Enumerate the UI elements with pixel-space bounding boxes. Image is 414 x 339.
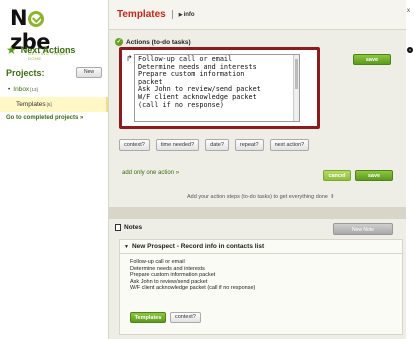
sidebar: Nzbe GETTING THINGS DONE ★ Next Actions … [0,0,108,339]
editor-scrollbar[interactable] [293,55,299,121]
nozbe-logo[interactable]: Nzbe GETTING THINGS DONE [10,6,80,61]
note-line: W/F client acknowledge packet (call if n… [130,285,256,292]
project-title: Templates [117,9,166,20]
arrow-up-icon: ⬆ [329,194,335,200]
save-button-bottom[interactable]: save [355,170,393,181]
note-icon [115,224,121,231]
next-actions-link[interactable]: ★ Next Actions [6,44,75,56]
note-card: ▼ New Prospect - Record info in contacts … [119,239,403,335]
projects-label: Projects: [6,67,45,78]
cursor-arrow-icon: ↱ [126,54,133,63]
note-line: Determine needs and interests [130,265,205,272]
close-icon[interactable]: x [407,8,410,14]
time-needed-button[interactable]: time needed? [155,139,200,151]
note-body: Follow-up call or email Determine needs … [130,259,255,292]
completed-projects-link[interactable]: Go to completed projects » [6,115,83,121]
actions-heading-label: Actions (to-do tasks) [126,38,191,46]
note-line: Ask John to review/send packet [130,278,208,285]
project-topbar: Templates ▶info [109,0,406,30]
repeat-button[interactable]: repeat? [234,139,264,151]
note-title[interactable]: ▼ New Prospect - Record info in contacts … [124,243,264,250]
triangle-down-icon: ▼ [124,244,129,250]
divider [171,10,173,19]
templates-button[interactable]: Templates [130,312,166,323]
actions-hint: Add your action steps (to-do tasks) to g… [187,194,335,200]
next-actions-label: Next Actions [20,45,76,55]
play-icon: ▶ [178,11,183,18]
close-editor-icon[interactable]: x [407,47,413,53]
star-icon: ★ [6,43,17,57]
project-list: • Inbox [13] Templates [5] [0,82,108,112]
bullet-icon: • [8,86,11,93]
context-button[interactable]: context? [119,139,150,151]
new-note-button[interactable]: New Note [333,223,393,235]
section-divider [109,207,407,219]
cancel-button[interactable]: cancel [323,170,351,181]
project-label: Inbox [13,86,30,93]
add-only-one-link[interactable]: add only one action » [122,170,179,176]
check-circle-icon: ✓ [115,38,123,46]
save-button[interactable]: save [353,54,391,65]
right-strip: x x [406,0,414,339]
project-label: Templates [16,101,46,108]
note-divider [120,253,402,254]
next-action-button[interactable]: next action? [269,139,310,151]
actions-heading: ✓ Actions (to-do tasks) [115,38,191,46]
project-item-inbox[interactable]: • Inbox [13] [0,82,108,97]
notes-heading-label: Notes [124,224,143,231]
project-item-templates[interactable]: Templates [5] [0,97,108,112]
actions-textarea[interactable]: Follow-up call or email Determine needs … [134,54,300,122]
logo-check-icon [28,11,45,27]
project-count: [5] [46,102,52,107]
note-line: Follow-up call or email [130,259,185,265]
note-line: Prepare custom information packet [130,272,216,279]
notes-heading: Notes [115,224,142,231]
new-project-button[interactable]: New [76,67,102,78]
actions-editor-frame: ↱ Follow-up call or email Determine need… [119,47,320,129]
info-link[interactable]: ▶info [179,12,195,18]
date-button[interactable]: date? [205,139,229,151]
projects-header: Projects: New [6,67,102,78]
note-context-button[interactable]: context? [170,312,201,323]
scrollbar-thumb[interactable] [295,59,298,89]
main-panel: Templates ▶info ✓ Actions (to-do tasks) … [108,0,407,339]
action-tag-buttons: context? time needed? date? repeat? next… [119,139,310,151]
action-line: (call if no response) [138,100,224,109]
project-count: [13] [30,87,38,92]
